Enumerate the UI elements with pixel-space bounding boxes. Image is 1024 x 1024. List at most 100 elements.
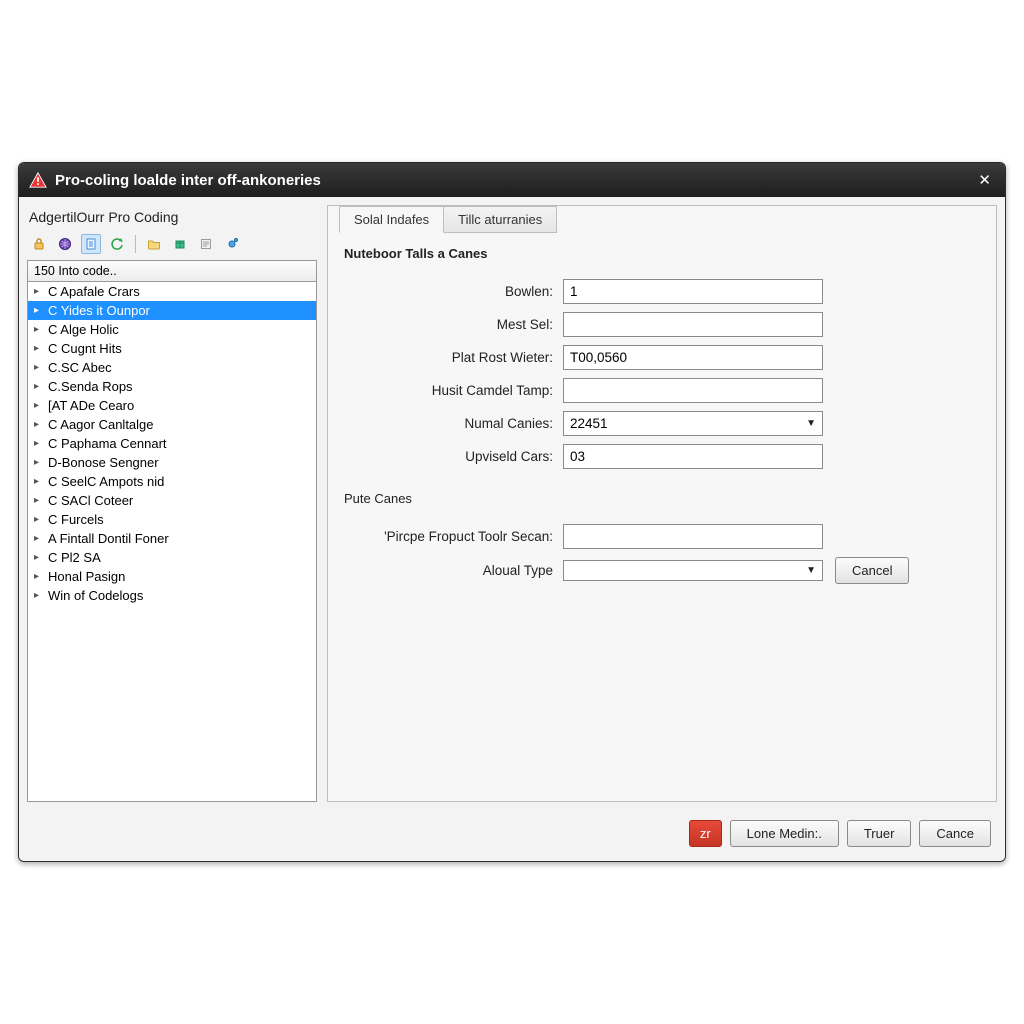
section1-title: Nuteboor Talls a Canes bbox=[340, 232, 984, 271]
toolbar-separator bbox=[135, 235, 136, 253]
globe-icon[interactable] bbox=[55, 234, 75, 254]
tree-item-label: C Cugnt Hits bbox=[48, 341, 122, 356]
package-icon[interactable] bbox=[170, 234, 190, 254]
tree-item[interactable]: ▸ Win of Codelogs bbox=[28, 586, 316, 605]
tree-item-label: A Fintall Dontil Foner bbox=[48, 531, 169, 546]
note-icon[interactable] bbox=[196, 234, 216, 254]
mest-label: Mest Sel: bbox=[348, 317, 563, 332]
tab-tillc-aturranies[interactable]: Tillc aturranies bbox=[444, 206, 557, 233]
tree-item-label: Honal Pasign bbox=[48, 569, 125, 584]
expand-icon: ▸ bbox=[34, 305, 44, 316]
tree-item[interactable]: ▸ C.SC Abec bbox=[28, 358, 316, 377]
expand-icon: ▸ bbox=[34, 457, 44, 468]
pircpe-input[interactable] bbox=[563, 524, 823, 549]
upviseld-input[interactable] bbox=[563, 444, 823, 469]
footer-red-button[interactable]: zr bbox=[689, 820, 722, 847]
tree-item-label: C Furcels bbox=[48, 512, 104, 527]
close-icon[interactable]: ✕ bbox=[974, 169, 995, 191]
pircpe-label: 'Pircpe Fropuct Toolr Secan: bbox=[348, 529, 563, 544]
inline-cancel-button[interactable]: Cancel bbox=[835, 557, 909, 584]
tree-item[interactable]: ▸ C Aagor Canltalge bbox=[28, 415, 316, 434]
tab-strip: Solal Indafes Tillc aturranies bbox=[339, 205, 984, 232]
dialog-window: Pro-coling loalde inter off-ankoneries ✕… bbox=[18, 162, 1006, 862]
sidebar-tree: ▸ C Apafale Crars ▸ C Yides it Ounpor ▸ C Alg… bbox=[27, 282, 317, 802]
tree-item[interactable]: ▸C SACl Coteer bbox=[28, 491, 316, 510]
tree-item[interactable]: ▸ C Paphama Cennart bbox=[28, 434, 316, 453]
expand-icon: ▸ bbox=[34, 514, 44, 525]
numal-value: 22451 bbox=[570, 416, 608, 431]
plat-input[interactable] bbox=[563, 345, 823, 370]
numal-label: Numal Canies: bbox=[348, 416, 563, 431]
tree-item[interactable]: ▸ C Furcels bbox=[28, 510, 316, 529]
warning-icon bbox=[29, 171, 47, 189]
refresh-icon[interactable] bbox=[107, 234, 127, 254]
footer-truer-button[interactable]: Truer bbox=[847, 820, 912, 847]
husit-label: Husit Camdel Tamp: bbox=[348, 383, 563, 398]
bowlen-label: Bowlen: bbox=[348, 284, 563, 299]
tree-item-label: C Alge Holic bbox=[48, 322, 119, 337]
expand-icon: ▸ bbox=[34, 533, 44, 544]
expand-icon: ▸ bbox=[34, 495, 44, 506]
window-title: Pro-coling loalde inter off-ankoneries bbox=[55, 172, 966, 189]
tree-item-label: C SeelC Ampots nid bbox=[48, 474, 164, 489]
numal-select[interactable]: 22451 ▼ bbox=[563, 411, 823, 436]
chevron-down-icon: ▼ bbox=[806, 418, 816, 429]
tree-item-label: C Paphama Cennart bbox=[48, 436, 167, 451]
tree-item-label: C Yides it Ounpor bbox=[48, 303, 150, 318]
tab-solal-indafes[interactable]: Solal Indafes bbox=[339, 206, 444, 233]
footer-cance-button[interactable]: Cance bbox=[919, 820, 991, 847]
expand-icon: ▸ bbox=[34, 590, 44, 601]
footer-lone-button[interactable]: Lone Medin:. bbox=[730, 820, 839, 847]
husit-input[interactable] bbox=[563, 378, 823, 403]
tree-item[interactable]: ▸ A Fintall Dontil Foner bbox=[28, 529, 316, 548]
titlebar: Pro-coling loalde inter off-ankoneries ✕ bbox=[19, 163, 1005, 197]
dialog-content: AdgertilOurr Pro Coding 150 Into code.. … bbox=[19, 197, 1005, 810]
settings-icon[interactable] bbox=[222, 234, 242, 254]
aloual-select[interactable]: ▼ bbox=[563, 560, 823, 581]
tree-item-label: Win of Codelogs bbox=[48, 588, 143, 603]
sidebar-heading: AdgertilOurr Pro Coding bbox=[27, 205, 317, 231]
tree-item[interactable]: ▸C.Senda Rops bbox=[28, 377, 316, 396]
tree-item[interactable]: ▸ C Cugnt Hits bbox=[28, 339, 316, 358]
plat-label: Plat Rost Wieter: bbox=[348, 350, 563, 365]
section2-form: 'Pircpe Fropuct Toolr Secan: Aloual Type… bbox=[340, 524, 984, 584]
sidebar-search[interactable]: 150 Into code.. bbox=[27, 260, 317, 282]
tree-item[interactable]: ▸ C Apafale Crars bbox=[28, 282, 316, 301]
tree-item[interactable]: ▸ [AT ADe Cearo bbox=[28, 396, 316, 415]
expand-icon: ▸ bbox=[34, 476, 44, 487]
aloual-label: Aloual Type bbox=[348, 563, 563, 578]
expand-icon: ▸ bbox=[34, 571, 44, 582]
expand-icon: ▸ bbox=[34, 552, 44, 563]
tree-item[interactable]: ▸D-Bonose Sengner bbox=[28, 453, 316, 472]
expand-icon: ▸ bbox=[34, 362, 44, 373]
section2-title: Pute Canes bbox=[340, 477, 984, 516]
sidebar: AdgertilOurr Pro Coding 150 Into code.. … bbox=[27, 205, 317, 802]
mest-input[interactable] bbox=[563, 312, 823, 337]
dialog-footer: zr Lone Medin:. Truer Cance bbox=[19, 810, 1005, 861]
tree-item-label: C.SC Abec bbox=[48, 360, 112, 375]
tree-item[interactable]: ▸ C SeelC Ampots nid bbox=[28, 472, 316, 491]
sidebar-toolbar bbox=[27, 231, 317, 260]
expand-icon: ▸ bbox=[34, 400, 44, 411]
folder-icon[interactable] bbox=[144, 234, 164, 254]
tree-item-label: C Apafale Crars bbox=[48, 284, 140, 299]
tree-item[interactable]: ▸ Honal Pasign bbox=[28, 567, 316, 586]
expand-icon: ▸ bbox=[34, 286, 44, 297]
expand-icon: ▸ bbox=[34, 419, 44, 430]
tree-item-label: C.Senda Rops bbox=[48, 379, 133, 394]
chevron-down-icon: ▼ bbox=[806, 565, 816, 576]
expand-icon: ▸ bbox=[34, 324, 44, 335]
tree-item-label: C Aagor Canltalge bbox=[48, 417, 154, 432]
expand-icon: ▸ bbox=[34, 343, 44, 354]
form-pane: Solal Indafes Tillc aturranies Nuteboor … bbox=[327, 205, 997, 802]
tree-item[interactable]: ▸ C Pl2 SA bbox=[28, 548, 316, 567]
tree-item-label: C Pl2 SA bbox=[48, 550, 101, 565]
section1-form: Bowlen: Mest Sel: Plat Rost Wieter: Husi… bbox=[340, 279, 984, 469]
tree-item[interactable]: ▸ C Alge Holic bbox=[28, 320, 316, 339]
bowlen-input[interactable] bbox=[563, 279, 823, 304]
tree-item-label: [AT ADe Cearo bbox=[48, 398, 134, 413]
expand-icon: ▸ bbox=[34, 438, 44, 449]
lock-icon[interactable] bbox=[29, 234, 49, 254]
document-icon[interactable] bbox=[81, 234, 101, 254]
tree-item[interactable]: ▸ C Yides it Ounpor bbox=[28, 301, 316, 320]
